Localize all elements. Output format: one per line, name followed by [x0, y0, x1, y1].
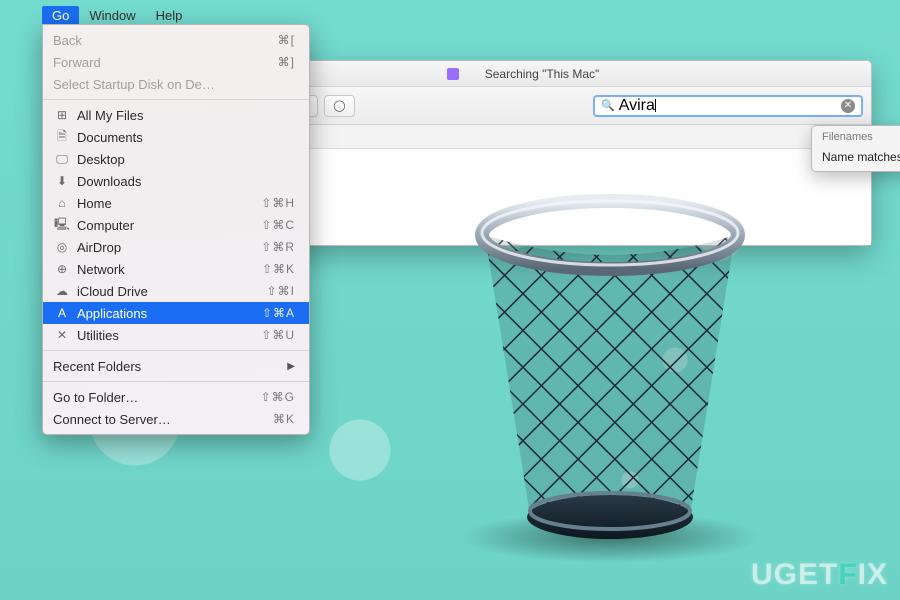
- tag-icon: ◯: [333, 99, 345, 112]
- menu-icloud-drive[interactable]: ☁iCloud Drive⇧⌘I: [43, 280, 309, 302]
- menu-utilities[interactable]: ✕Utilities⇧⌘U: [43, 324, 309, 346]
- go-menu: Back⌘[ Forward⌘] Select Startup Disk on …: [42, 24, 310, 435]
- menu-desktop[interactable]: 🖵Desktop: [43, 148, 309, 170]
- trash-icon: [430, 165, 790, 565]
- submenu-arrow-icon: ▶: [287, 361, 295, 372]
- network-icon: ⊕: [53, 262, 71, 276]
- search-icon: 🔍: [601, 99, 615, 112]
- documents-icon: 🗎: [53, 127, 71, 148]
- menu-computer[interactable]: 🖳Computer⇧⌘C: [43, 214, 309, 236]
- desktop-icon: 🖵: [53, 152, 71, 167]
- finder-search-field[interactable]: 🔍 Avira ✕: [593, 95, 863, 117]
- search-suggestions: Filenames Name matches: Avira: [811, 125, 900, 172]
- menu-recent-folders[interactable]: Recent Folders▶: [43, 355, 309, 377]
- applications-icon: A: [53, 306, 71, 320]
- menubar-go[interactable]: Go: [42, 6, 79, 25]
- menu-downloads[interactable]: ⬇Downloads: [43, 170, 309, 192]
- menu-documents[interactable]: 🗎Documents: [43, 126, 309, 148]
- icloud-icon: ☁: [53, 284, 71, 298]
- menu-home[interactable]: ⌂Home⇧⌘H: [43, 192, 309, 214]
- all-my-files-icon: ⊞: [53, 108, 71, 122]
- menu-all-my-files[interactable]: ⊞All My Files: [43, 104, 309, 126]
- airdrop-icon: ◎: [53, 240, 71, 254]
- menubar-help[interactable]: Help: [146, 6, 193, 25]
- suggestion-item[interactable]: Name matches: Avira: [812, 145, 900, 171]
- menu-connect-to-server[interactable]: Connect to Server…⌘K: [43, 408, 309, 430]
- suggestion-heading: Filenames: [812, 126, 900, 145]
- finder-titlebar: Searching "This Mac": [213, 61, 871, 87]
- scope-bar: "Applications": [213, 125, 871, 149]
- menu-back: Back⌘[: [43, 29, 309, 51]
- clear-search-button[interactable]: ✕: [841, 99, 855, 113]
- finder-toolbar: … ✻▾ ⇪ ◯ 🔍 Avira ✕: [213, 87, 871, 125]
- home-icon: ⌂: [53, 196, 71, 210]
- menubar-window[interactable]: Window: [79, 6, 145, 25]
- menu-startup-disk: Select Startup Disk on De…: [43, 73, 309, 95]
- finder-title: Searching "This Mac": [485, 67, 600, 81]
- menu-go-to-folder[interactable]: Go to Folder…⇧⌘G: [43, 386, 309, 408]
- menu-applications[interactable]: AApplications⇧⌘A: [43, 302, 309, 324]
- menubar: Go Window Help: [42, 6, 192, 25]
- computer-icon: 🖳: [53, 215, 71, 236]
- downloads-icon: ⬇: [53, 174, 71, 188]
- tags-button[interactable]: ◯: [324, 95, 354, 117]
- text-caret: [655, 99, 656, 112]
- search-scope-icon: [447, 68, 459, 80]
- watermark: UGETFIX: [751, 558, 888, 592]
- menu-network[interactable]: ⊕Network⇧⌘K: [43, 258, 309, 280]
- utilities-icon: ✕: [53, 328, 71, 342]
- menu-forward: Forward⌘]: [43, 51, 309, 73]
- menu-airdrop[interactable]: ◎AirDrop⇧⌘R: [43, 236, 309, 258]
- search-value: Avira: [619, 97, 655, 115]
